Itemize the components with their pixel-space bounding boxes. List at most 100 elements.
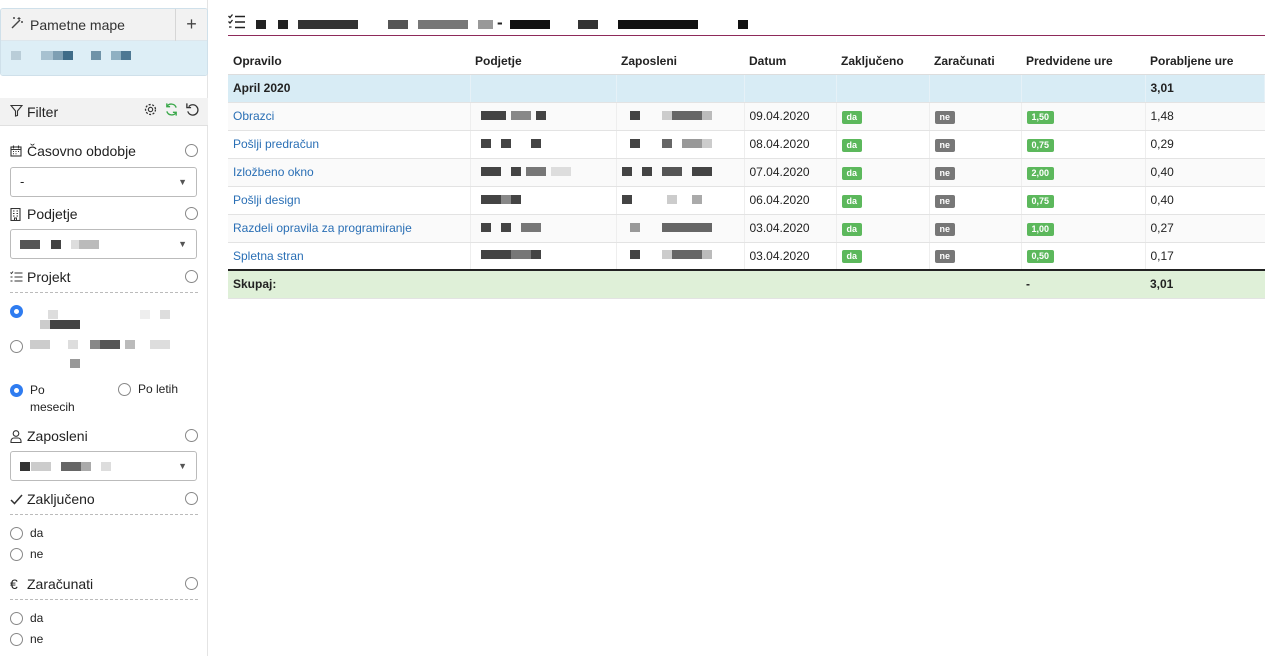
planned-cell: 1,00	[1021, 214, 1146, 243]
date-cell: 09.04.2020	[744, 102, 837, 131]
group-by-year-option[interactable]: Po letih	[118, 382, 178, 396]
period-section: Časovno obdobje - ▼	[10, 141, 198, 197]
chevron-down-icon: ▼	[178, 177, 187, 187]
employee-section: Zaposleni ▼	[10, 426, 198, 481]
period-select[interactable]: - ▼	[10, 167, 197, 197]
table-row: Obrazci 09.04.2020 da ne 1,50 1,48	[228, 102, 1265, 131]
billed-toggle-radio[interactable]	[185, 577, 198, 590]
billed-title: Zaračunati	[27, 576, 94, 592]
col-spent-hours[interactable]: Porabljene ure	[1145, 48, 1265, 75]
billed-no-label: ne	[30, 632, 44, 646]
closed-yes-label: da	[30, 526, 44, 540]
company-toggle-radio[interactable]	[185, 207, 198, 220]
project-title: Projekt	[27, 269, 71, 285]
col-planned-hours[interactable]: Predvidene ure	[1021, 48, 1145, 75]
check-icon	[10, 494, 24, 505]
filter-icon	[9, 104, 24, 120]
closed-no-label: ne	[30, 547, 44, 561]
smart-maps-header: Pametne mape +	[1, 9, 207, 41]
refresh-icon[interactable]	[164, 102, 179, 117]
task-link[interactable]: Obrazci	[228, 102, 471, 131]
group-by-year-radio[interactable]	[118, 382, 131, 396]
billed-no-option[interactable]: ne	[10, 632, 43, 646]
task-link[interactable]: Izložbeno okno	[228, 158, 471, 187]
company-select[interactable]: ▼	[10, 229, 197, 259]
date-cell: 03.04.2020	[744, 242, 837, 271]
title-separator: -	[497, 13, 503, 32]
billed-cell: ne	[929, 242, 1022, 271]
table-row: Spletna stran 03.04.2020 da ne 0,50 0,17	[228, 242, 1265, 271]
period-toggle-radio[interactable]	[185, 144, 198, 157]
col-date[interactable]: Datum	[744, 48, 836, 75]
closed-no-option[interactable]: ne	[10, 547, 43, 561]
closed-yes-option[interactable]: da	[10, 526, 43, 540]
planned-cell: 0,75	[1021, 186, 1146, 215]
project-option-2-radio[interactable]	[10, 340, 23, 353]
project-section: Projekt Po mesecih Po letih	[10, 267, 198, 414]
company-cell	[470, 102, 617, 131]
closed-toggle-radio[interactable]	[185, 492, 198, 505]
calendar-icon	[10, 145, 24, 157]
group-row: April 2020 3,01	[228, 74, 1265, 103]
col-billed[interactable]: Zaračunati	[929, 48, 1021, 75]
planned-cell: 0,75	[1021, 130, 1146, 159]
task-link[interactable]: Razdeli opravila za programiranje	[228, 214, 471, 243]
spent-cell: 1,48	[1145, 102, 1265, 131]
date-cell: 08.04.2020	[744, 130, 837, 159]
project-option-1[interactable]	[10, 305, 30, 318]
closed-no-radio[interactable]	[10, 547, 23, 561]
closed-badge: da	[841, 222, 863, 236]
project-toggle-radio[interactable]	[185, 270, 198, 283]
billed-yes-option[interactable]: da	[10, 611, 43, 625]
task-link[interactable]: Spletna stran	[228, 242, 471, 271]
col-task[interactable]: Opravilo	[228, 48, 470, 75]
billed-badge: ne	[934, 166, 956, 180]
table-row: Pošlji predračun 08.04.2020 da ne 0,75 0…	[228, 130, 1265, 159]
smart-maps-panel: Pametne mape +	[0, 8, 208, 76]
spent-cell: 0,40	[1145, 186, 1265, 215]
billed-yes-radio[interactable]	[10, 611, 23, 625]
closed-cell: da	[836, 186, 930, 215]
closed-section: Zaključeno da ne	[10, 489, 198, 569]
gear-icon[interactable]	[143, 102, 158, 117]
group-by-year-label: Po letih	[138, 382, 179, 396]
project-option-2[interactable]	[10, 340, 30, 353]
billed-cell: ne	[929, 158, 1022, 187]
col-company[interactable]: Podjetje	[470, 48, 616, 75]
task-link[interactable]: Pošlji design	[228, 186, 471, 215]
employee-cell	[616, 158, 745, 187]
group-spent: 3,01	[1145, 74, 1265, 103]
billed-badge: ne	[934, 138, 956, 152]
project-option-1-radio[interactable]	[10, 305, 23, 318]
undo-icon[interactable]	[185, 102, 200, 117]
employee-cell	[616, 186, 745, 215]
employee-select[interactable]: ▼	[10, 451, 197, 481]
billed-badge: ne	[934, 194, 956, 208]
billed-no-radio[interactable]	[10, 632, 23, 646]
period-title: Časovno obdobje	[27, 143, 136, 159]
add-smart-map-button[interactable]: +	[175, 9, 207, 41]
total-row: Skupaj: - 3,01	[228, 269, 1265, 299]
group-by-month-radio[interactable]	[10, 384, 23, 397]
group-by-month-label: Po mesecih	[30, 383, 75, 414]
total-label: Skupaj:	[228, 269, 470, 299]
company-cell	[470, 214, 617, 243]
chevron-down-icon: ▼	[178, 461, 187, 471]
task-link[interactable]: Pošlji predračun	[228, 130, 471, 159]
closed-badge: da	[841, 138, 863, 152]
smart-map-item[interactable]	[1, 41, 207, 75]
filter-title: Filter	[27, 103, 59, 120]
billed-yes-label: da	[30, 611, 44, 625]
table-row: Pošlji design 06.04.2020 da ne 0,75 0,40	[228, 186, 1265, 215]
date-cell: 06.04.2020	[744, 186, 837, 215]
group-by-month-option[interactable]: Po mesecih	[10, 382, 100, 416]
planned-badge: 0,75	[1026, 194, 1055, 208]
employee-toggle-radio[interactable]	[185, 429, 198, 442]
col-closed[interactable]: Zaključeno	[836, 48, 929, 75]
col-employee[interactable]: Zaposleni	[616, 48, 744, 75]
company-cell	[470, 242, 617, 271]
closed-yes-radio[interactable]	[10, 526, 23, 540]
table-row: Razdeli opravila za programiranje 03.04.…	[228, 214, 1265, 243]
planned-cell: 2,00	[1021, 158, 1146, 187]
closed-cell: da	[836, 214, 930, 243]
